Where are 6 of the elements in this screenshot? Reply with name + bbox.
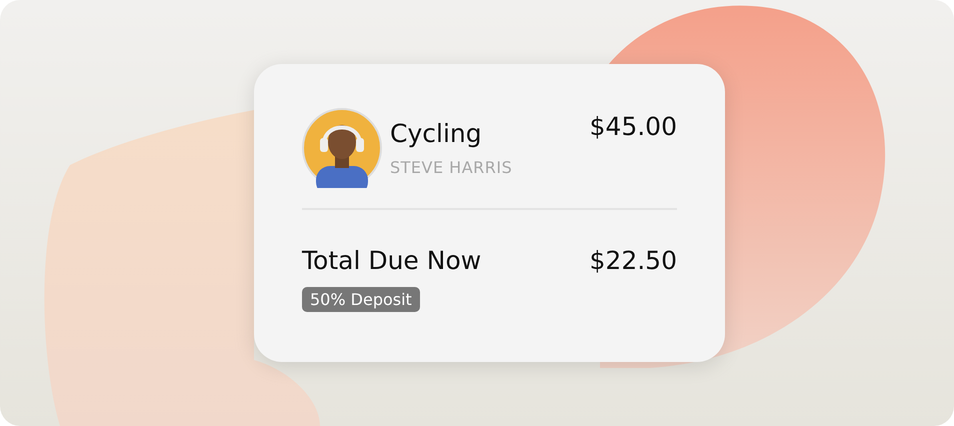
price: $45.00 — [590, 112, 677, 141]
total-label: Total Due Now — [302, 246, 482, 275]
instructor-name: STEVE HARRIS — [390, 158, 512, 177]
class-name: Cycling — [390, 119, 483, 148]
deposit-badge: 50% Deposit — [302, 287, 420, 312]
total-amount: $22.50 — [590, 246, 677, 275]
